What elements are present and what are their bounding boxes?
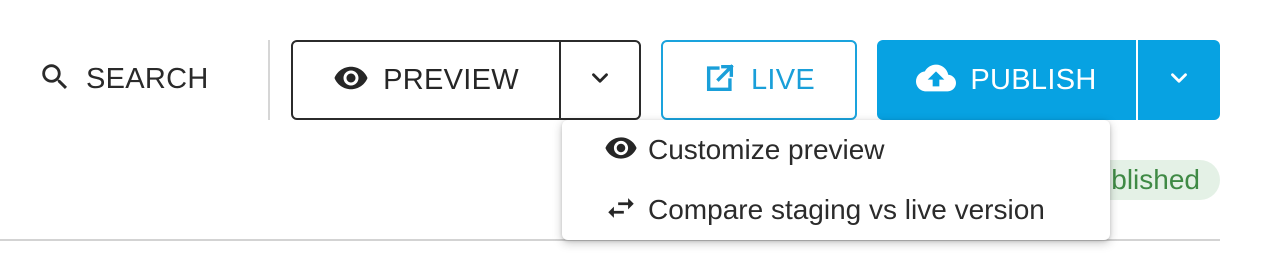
search-icon [38, 60, 72, 99]
eye-icon [604, 131, 638, 170]
publish-button[interactable]: PUBLISH [877, 40, 1138, 120]
eye-icon [333, 60, 369, 101]
swap-arrows-icon [604, 191, 638, 230]
publish-dropdown-toggle[interactable] [1138, 40, 1220, 120]
external-link-icon [703, 61, 737, 100]
preview-button-group: PREVIEW [291, 40, 641, 120]
search-label: SEARCH [86, 62, 209, 95]
chevron-down-icon [1166, 65, 1192, 96]
menu-item-label: Customize preview [648, 134, 885, 165]
live-label: LIVE [750, 63, 816, 96]
cloud-upload-icon [916, 58, 957, 103]
search-button[interactable]: SEARCH [38, 58, 209, 100]
publish-button-group: PUBLISH [877, 40, 1220, 120]
menu-item-label: Compare staging vs live version [648, 194, 1045, 225]
menu-item-compare-versions[interactable]: Compare staging vs live version [604, 188, 1045, 232]
preview-dropdown-toggle[interactable] [561, 42, 639, 118]
chevron-down-icon [587, 65, 613, 96]
preview-dropdown-menu: Customize preview Compare staging vs liv… [562, 120, 1110, 240]
toolbar-divider [268, 40, 270, 120]
menu-item-customize-preview[interactable]: Customize preview [604, 128, 885, 172]
preview-label: PREVIEW [383, 63, 519, 96]
preview-button[interactable]: PREVIEW [293, 42, 561, 118]
live-button[interactable]: LIVE [661, 40, 857, 120]
publish-label: PUBLISH [970, 63, 1097, 96]
